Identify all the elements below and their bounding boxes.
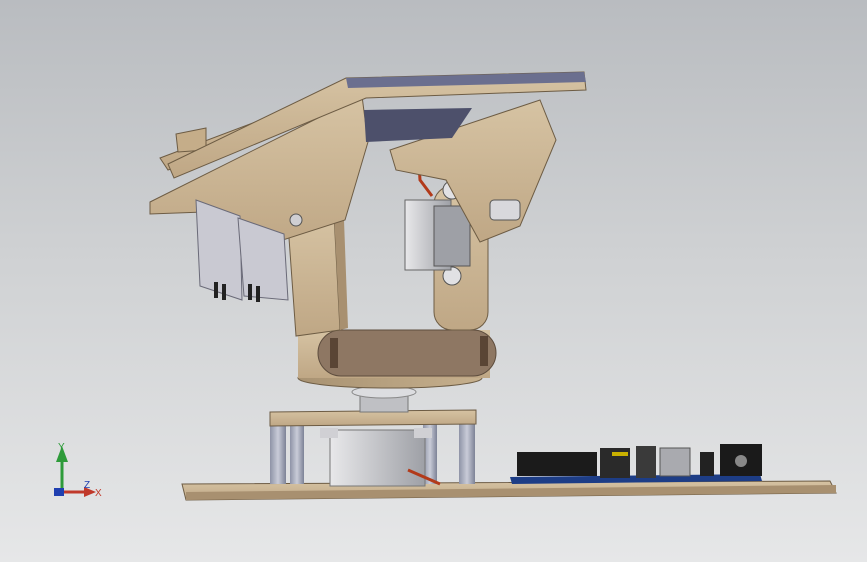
pan-servo[interactable]	[320, 428, 441, 487]
x-axis-label: X	[95, 488, 102, 499]
y-axis-label: Y	[58, 442, 65, 453]
z-axis-icon	[54, 488, 64, 496]
arduino-board[interactable]	[510, 444, 762, 484]
z-axis-label: Z	[84, 480, 90, 491]
cad-viewport[interactable]	[0, 0, 867, 562]
turntable[interactable]	[297, 329, 497, 389]
axis-triad: Y X Z	[54, 442, 102, 499]
lower-platform[interactable]	[269, 385, 477, 487]
